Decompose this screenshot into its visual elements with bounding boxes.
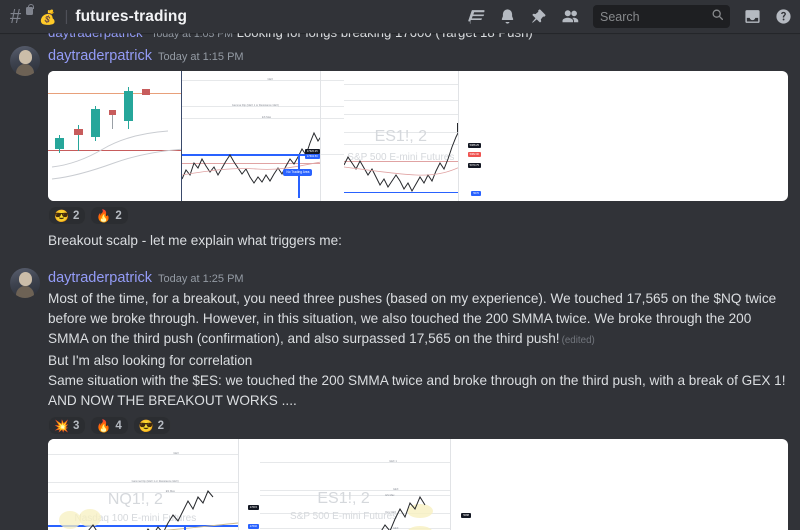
message-paragraph: Same situation with the $ES: we touched … [48, 373, 786, 388]
reaction-collision[interactable]: 💥 3 [48, 416, 87, 435]
reaction-bar: 😎 2 🔥 2 [48, 206, 788, 225]
clipped-message-timestamp: Today at 1:05 PM [151, 33, 233, 40]
reaction-sunglasses[interactable]: 😎 2 [48, 206, 87, 225]
notifications-bell-icon[interactable] [499, 8, 516, 25]
chart-pane-nq: GEX Gamma Flip (GEX 1 or Resistance GEX)… [181, 71, 320, 201]
search-placeholder: Search [600, 9, 640, 24]
price-tag: 5088 [461, 512, 471, 518]
pinned-messages-icon[interactable] [530, 8, 547, 25]
search-input[interactable]: Search [593, 5, 730, 28]
chart-attachment-bottom[interactable]: GEX Gamma Flip (GEX 1 or Resistance GEX)… [48, 439, 788, 530]
header-actions: Search [467, 5, 792, 28]
price-tag: 5088.25 [467, 142, 482, 148]
fire-emoji-icon: 🔥 [96, 208, 112, 223]
price-tag: 17615 [247, 505, 259, 511]
message-item: daytraderpatrick Today at 1:15 PM GEX Ga… [0, 45, 800, 251]
chart-pane-es: ES1!, 2 S&P 500 E-mini Futures [343, 71, 459, 201]
channel-header: # 💰 | futures-trading Search [0, 0, 800, 33]
reaction-bar: 💥 3 🔥 4 😎 2 [48, 416, 788, 435]
price-tag: 5082.00 [467, 151, 482, 157]
edited-label: (edited) [561, 335, 595, 346]
message-item: daytraderpatrick Today at 1:25 PM Most o… [0, 267, 800, 530]
reaction-fire[interactable]: 🔥 2 [90, 206, 129, 225]
reaction-count: 2 [72, 209, 80, 222]
clipped-message-author: daytraderpatrick [48, 33, 143, 40]
lock-icon [26, 4, 34, 15]
message-paragraph: Most of the time, for a breakout, you ne… [48, 289, 788, 351]
message-paragraph-text: Most of the time, for a breakout, you ne… [48, 291, 780, 346]
channel-name: futures-trading [75, 7, 188, 25]
price-tag: 5070 [471, 190, 482, 196]
price-line-es-large [381, 495, 433, 530]
message-paragraph: But I'm also looking for correlation [48, 353, 253, 368]
sunglasses-emoji-icon: 😎 [54, 208, 69, 223]
message-timestamp: Today at 1:25 PM [157, 273, 244, 285]
collision-emoji-icon: 💥 [54, 418, 69, 433]
price-scale-es: 5088.25 5082.00 5070.75 5070 [458, 71, 483, 201]
price-scale [319, 71, 344, 201]
sunglasses-emoji-icon: 😎 [138, 418, 154, 433]
price-scale-nq: 17615 17602 [238, 439, 260, 530]
reaction-count: 2 [115, 209, 122, 222]
reaction-count: 4 [115, 419, 122, 432]
hash-icon: # [10, 5, 22, 28]
price-line-nq-large [59, 490, 238, 530]
message-timestamp: Today at 1:15 PM [157, 51, 244, 63]
chart-pane-candles [48, 71, 182, 201]
discord-app-window: # 💰 | futures-trading Search Today at 1:… [0, 0, 800, 530]
search-icon [711, 8, 724, 26]
fire-emoji-icon: 🔥 [96, 418, 112, 433]
inbox-icon[interactable] [744, 8, 761, 25]
avatar[interactable] [10, 46, 40, 76]
reaction-count: 2 [157, 419, 165, 432]
message-header: daytraderpatrick Today at 1:15 PM [48, 47, 788, 67]
reaction-sunglasses[interactable]: 😎 2 [132, 416, 172, 435]
avatar[interactable] [10, 268, 40, 298]
clipped-message-text: Looking for longs breaking 17600 (Target… [237, 33, 533, 40]
message-list[interactable]: daytraderpatrick Today at 1:05 PM Lookin… [0, 33, 800, 530]
price-tag: 5070.75 [467, 163, 482, 169]
reaction-fire[interactable]: 🔥 4 [90, 416, 129, 435]
reaction-count: 3 [72, 419, 80, 432]
message-author[interactable]: daytraderpatrick [48, 269, 152, 288]
help-icon[interactable] [775, 8, 792, 25]
header-divider: | [64, 8, 69, 25]
no-trading-area-label: No Trading Area [283, 168, 313, 176]
price-tag: 17602.50 [304, 153, 320, 159]
threads-icon[interactable] [467, 8, 485, 26]
chart-attachment-top[interactable]: GEX Gamma Flip (GEX 1 or Resistance GEX)… [48, 71, 788, 201]
message-header: daytraderpatrick Today at 1:25 PM [48, 269, 788, 289]
chart-pane-es-large: GEX 1 GEX ES Max Key GEX GEX ES1!, 2 S&P… [260, 439, 450, 530]
price-tag: 17602 [247, 524, 259, 530]
money-bag-emoji-icon: 💰 [39, 8, 57, 25]
message-paragraph: AND NOW THE BREAKOUT WORKS .... [48, 393, 297, 408]
price-scale-es-large: 5088 5082 [450, 439, 472, 530]
clipped-message-row: daytraderpatrick Today at 1:05 PM Lookin… [48, 33, 790, 45]
chart-pane-nq-large: GEX Gamma Flip (GEX 1 or Resistance GEX)… [48, 439, 238, 530]
member-list-icon[interactable] [561, 8, 579, 26]
price-line-es [343, 131, 459, 193]
message-author[interactable]: daytraderpatrick [48, 47, 152, 66]
moving-average-line [51, 130, 182, 180]
message-body: Breakout scalp - let me explain what tri… [48, 233, 342, 248]
channel-hash-lock-icon: # [10, 4, 34, 28]
